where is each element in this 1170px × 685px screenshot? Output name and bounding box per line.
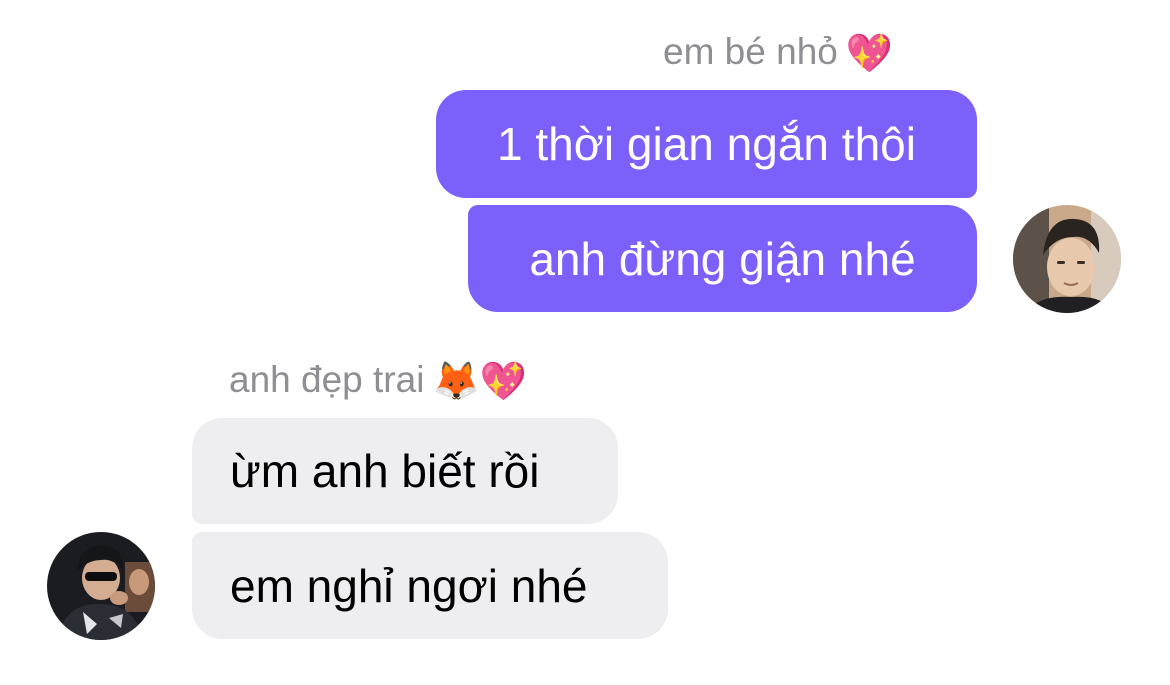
incoming-message-bubble[interactable]: em nghỉ ngơi nhé xyxy=(192,532,668,639)
incoming-sender-name-text: anh đẹp trai xyxy=(229,359,425,400)
incoming-message-bubble[interactable]: ừm anh biết rồi xyxy=(192,418,618,524)
outgoing-sender-name: em bé nhỏ 💖 xyxy=(663,30,893,76)
message-text: ừm anh biết rồi xyxy=(230,445,540,497)
incoming-sender-name: anh đẹp trai 🦊💖 xyxy=(229,358,527,404)
outgoing-sender-avatar[interactable] xyxy=(1013,205,1121,313)
outgoing-message-bubble[interactable]: anh đừng giận nhé xyxy=(468,205,977,312)
message-text: anh đừng giận nhé xyxy=(529,232,916,285)
outgoing-sender-name-text: em bé nhỏ xyxy=(663,31,838,72)
fox-and-sparkling-heart-icons: 🦊💖 xyxy=(432,361,528,403)
sparkling-heart-icon: 💖 xyxy=(845,33,894,75)
outgoing-message-bubble[interactable]: 1 thời gian ngắn thôi xyxy=(436,90,977,198)
message-text: em nghỉ ngơi nhé xyxy=(230,559,588,612)
message-text: 1 thời gian ngắn thôi xyxy=(497,118,916,170)
incoming-sender-avatar[interactable] xyxy=(47,532,155,640)
